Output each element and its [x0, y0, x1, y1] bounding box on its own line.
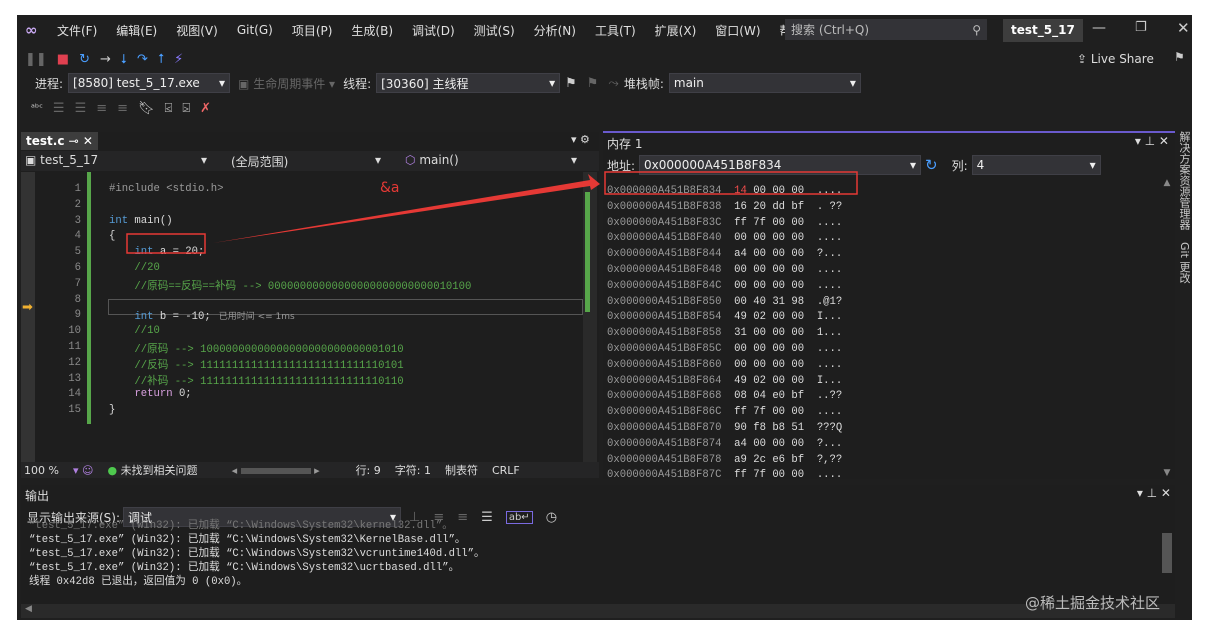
annotation-arrow	[213, 174, 600, 243]
watermark: @稀土掘金技术社区	[1025, 594, 1161, 612]
annotation-label: &a	[380, 180, 400, 196]
highlight-box-code	[126, 233, 206, 254]
highlight-box-memory	[604, 171, 858, 195]
annotation-layer	[126, 171, 858, 254]
